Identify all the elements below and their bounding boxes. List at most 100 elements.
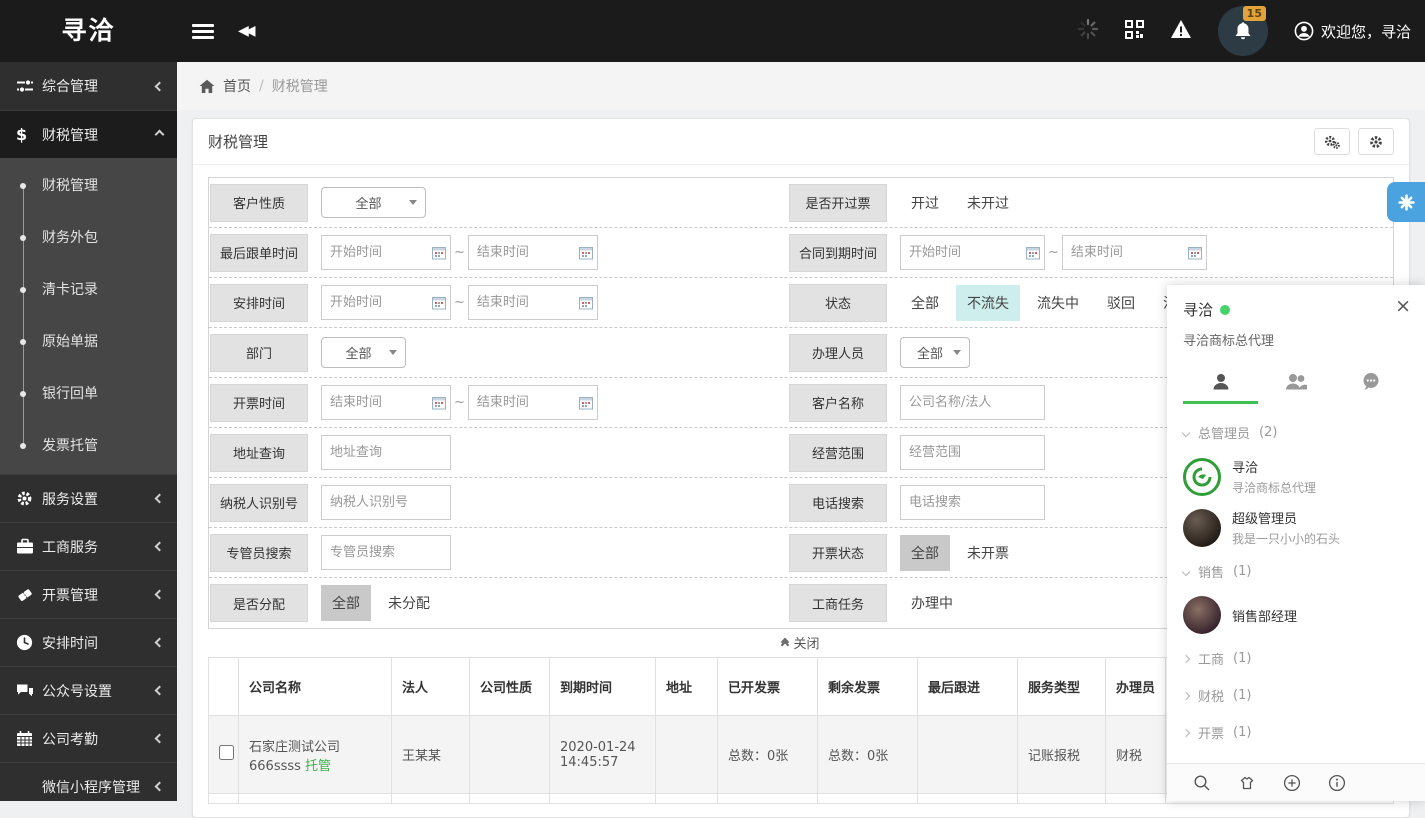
settings-button[interactable] [1358,128,1394,155]
tab-contacts[interactable] [1183,363,1258,404]
option-unassigned[interactable]: 未分配 [377,585,441,621]
cell-company-name[interactable]: 石家庄测试公司 666ssss 托管 [239,716,392,794]
option-status-losing[interactable]: 流失中 [1026,285,1090,321]
calendar-picker-icon[interactable] [579,246,593,260]
taxpayer-id-input[interactable] [321,485,451,520]
contract-expire-start-input[interactable] [900,235,1045,270]
filter-label-last-follow-time: 最后跟单时间 [210,234,308,272]
phone-search-input[interactable] [900,485,1045,520]
submenu-item-card-clear-records[interactable]: 清卡记录 [0,264,177,316]
handler-person-select[interactable]: 全部 [900,337,970,368]
filter-label-supervisor-search: 专管员搜索 [210,534,308,572]
sidebar-item-invoicing-management[interactable]: 开票管理 [0,570,177,618]
sidebar-item-finance-tax[interactable]: $ 财税管理 [0,110,177,158]
option-invoiced-yes[interactable]: 开过 [900,185,950,221]
filter-label-phone-search: 电话搜索 [789,484,887,522]
submenu-item-finance-tax[interactable]: 财税管理 [0,160,177,212]
group-admins[interactable]: 总管理员 (2) [1167,414,1425,451]
spinner-icon [1077,18,1099,44]
double-back-icon[interactable]: ◀◀ [238,23,252,39]
col-expire-time: 到期时间 [550,658,656,716]
sidebar-item-business-services[interactable]: 工商服务 [0,522,177,570]
option-invoice-status-all[interactable]: 全部 [900,535,950,571]
select-all-column [209,658,239,716]
tab-messages[interactable] [1334,363,1409,404]
col-service-type: 服务类型 [1018,658,1106,716]
calendar-picker-icon[interactable] [1188,246,1202,260]
snowflake-asterisk-icon [1398,194,1415,211]
chevron-right-icon [1182,654,1190,662]
notifications-bell[interactable]: 15 [1218,6,1268,56]
customer-name-input[interactable] [900,385,1045,420]
shirt-icon[interactable] [1238,775,1256,791]
filter-label-customer-nature: 客户性质 [210,184,308,222]
cogs-button[interactable] [1314,128,1350,155]
sidebar-item-general-management[interactable]: 综合管理 [0,62,177,110]
filter-label-invoiced-before: 是否开过票 [789,184,887,222]
option-invoiced-no[interactable]: 未开过 [956,185,1020,221]
tab-groups[interactable] [1258,363,1333,404]
calendar-picker-icon[interactable] [579,396,593,410]
caret-down-icon [409,200,417,205]
group-business[interactable]: 工商 (1) [1167,640,1425,677]
gear-icon [1369,135,1383,149]
sidebar-item-official-account-settings[interactable]: 公众号设置 [0,666,177,714]
option-assigned-all[interactable]: 全部 [321,585,371,621]
chat-title: 寻洽 [1183,299,1213,320]
calendar-picker-icon[interactable] [579,296,593,310]
user-circle-icon [1294,21,1314,41]
top-bar: 寻洽 ◀◀ 15 欢迎您，寻洽 [0,0,1425,62]
info-circle-icon[interactable] [1328,774,1346,792]
address-query-input[interactable] [321,435,451,470]
row-checkbox[interactable] [219,745,234,760]
avatar [1183,596,1221,634]
submenu-item-finance-outsourcing[interactable]: 财务外包 [0,212,177,264]
breadcrumb-home[interactable]: 首页 [223,76,251,96]
sidebar-item-company-attendance[interactable]: 公司考勤 [0,714,177,762]
submenu-item-invoice-hosting[interactable]: 发票托管 [0,420,177,472]
submenu-item-bank-receipts[interactable]: 银行回单 [0,368,177,420]
sidebar-item-schedule-time[interactable]: 安排时间 [0,618,177,666]
group-invoicing[interactable]: 开票 (1) [1167,714,1425,751]
close-icon[interactable]: × [1395,295,1411,317]
option-status-not-lost[interactable]: 不流失 [956,285,1020,321]
floating-widget-button[interactable] [1387,182,1425,222]
business-scope-input[interactable] [900,435,1045,470]
calendar-picker-icon[interactable] [432,296,446,310]
option-status-all[interactable]: 全部 [900,285,950,321]
user-menu[interactable]: 欢迎您，寻洽 [1294,21,1411,42]
filter-label-arrange-time: 安排时间 [210,284,308,322]
option-invoice-status-none[interactable]: 未开票 [956,535,1020,571]
customer-nature-select[interactable]: 全部 [321,187,426,218]
hosting-tag: 托管 [305,759,331,774]
department-select[interactable]: 全部 [321,337,406,368]
sidebar-item-service-settings[interactable]: 服务设置 [0,474,177,522]
calendar-picker-icon[interactable] [432,246,446,260]
chat-member[interactable]: 销售部经理 [1167,590,1425,640]
submenu-item-original-documents[interactable]: 原始单据 [0,316,177,368]
chat-member[interactable]: 寻洽 寻洽商标总代理 [1167,451,1425,502]
hamburger-menu-icon[interactable] [192,21,214,42]
chat-member[interactable]: 超级管理员 我是一只小小的石头 [1167,502,1425,553]
plus-circle-icon[interactable] [1283,774,1301,792]
contract-expire-end-input[interactable] [1062,235,1207,270]
option-status-rejected[interactable]: 驳回 [1096,285,1146,321]
sidebar: 综合管理 $ 财税管理 财税管理 财务外包 清卡记录 原始单据 银行回单 发票托… [0,62,177,801]
group-finance[interactable]: 财税 (1) [1167,677,1425,714]
option-task-processing[interactable]: 办理中 [900,585,964,621]
warning-icon[interactable] [1170,19,1192,43]
calendar-picker-icon[interactable] [1026,246,1040,260]
qr-code-icon[interactable] [1125,20,1144,43]
filter-label-business-task: 工商任务 [789,584,887,622]
calendar-picker-icon[interactable] [432,396,446,410]
filter-row: 最后跟单时间 ~ 合同到期时间 ~ [209,228,1393,278]
col-legal-person: 法人 [392,658,470,716]
group-sales[interactable]: 销售 (1) [1167,553,1425,590]
cell-legal-person: 王某某 [392,716,470,794]
bell-icon [1232,20,1254,42]
supervisor-search-input[interactable] [321,535,451,570]
chevron-left-icon [155,734,165,744]
search-icon[interactable] [1193,774,1211,792]
cogs-icon [1324,135,1340,149]
sidebar-item-wechat-miniprogram[interactable]: 微信小程序管理 [0,762,177,801]
